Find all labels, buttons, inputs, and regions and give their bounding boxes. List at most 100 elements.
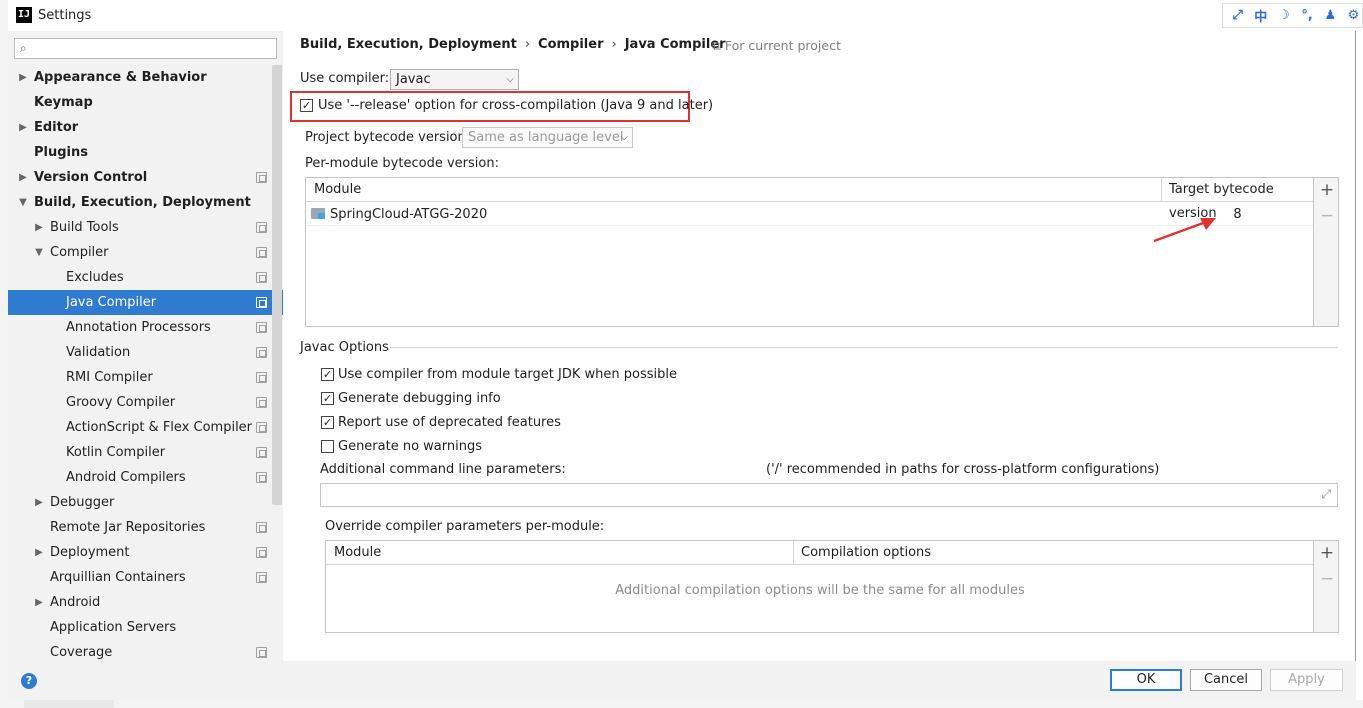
project-scope-icon: [256, 647, 267, 658]
ime-expand-icon[interactable]: ⤢: [1229, 8, 1246, 23]
project-scope-icon: [256, 572, 267, 583]
intellij-app-icon: IJ: [16, 7, 32, 23]
sidebar-item-build-tools[interactable]: ▶ Build Tools: [8, 215, 283, 240]
no-warnings-label: Generate no warnings: [338, 439, 483, 454]
column-header-module[interactable]: Module: [306, 178, 361, 202]
sidebar-item-label: Deployment: [50, 545, 130, 560]
scope-text: For current project: [724, 38, 841, 53]
sidebar-item-kotlin-compiler[interactable]: Kotlin Compiler: [8, 440, 283, 465]
sidebar-item-android[interactable]: ▶ Android: [8, 590, 283, 615]
chevron-down-icon[interactable]: ▼: [17, 190, 29, 215]
breadcrumb-item-java-compiler: Java Compiler: [624, 37, 726, 52]
sidebar-item-actionscript-flex-compiler[interactable]: ActionScript & Flex Compiler: [8, 415, 283, 440]
column-header-target-version[interactable]: Target bytecode version: [1161, 178, 1313, 221]
sidebar-item-label: Debugger: [50, 495, 115, 510]
apply-button[interactable]: Apply: [1270, 669, 1343, 691]
sidebar-scrollbar[interactable]: [272, 65, 282, 505]
column-header-compilation-options[interactable]: Compilation options: [793, 541, 931, 565]
sidebar-item-android-compilers[interactable]: Android Compilers: [8, 465, 283, 490]
ok-button[interactable]: OK: [1110, 669, 1182, 691]
remove-icon[interactable]: −: [1314, 206, 1340, 226]
module-name: SpringCloud-ATGG-2020: [330, 207, 488, 222]
project-scope-icon: [256, 447, 267, 458]
sidebar-item-arquillian-containers[interactable]: Arquillian Containers: [8, 565, 283, 590]
chevron-right-icon[interactable]: ▶: [17, 115, 29, 140]
sidebar-item-rmi-compiler[interactable]: RMI Compiler: [8, 365, 283, 390]
cmd-params-hint: ('/' recommended in paths for cross-plat…: [766, 462, 1160, 477]
sidebar-item-groovy-compiler[interactable]: Groovy Compiler: [8, 390, 283, 415]
override-label: Override compiler parameters per-module:: [325, 519, 605, 534]
project-scope-icon: [256, 322, 267, 333]
project-scope-icon: [256, 372, 267, 383]
chevron-right-icon[interactable]: ▶: [33, 215, 45, 240]
sidebar-item-plugins[interactable]: Plugins: [8, 140, 283, 165]
sidebar-item-build-execution-deployment[interactable]: ▼ Build, Execution, Deployment: [8, 190, 283, 215]
ime-toolbar[interactable]: ⤢ 中 ☽ °, ♟ ⚙: [1222, 3, 1363, 28]
sidebar-item-debugger[interactable]: ▶ Debugger: [8, 490, 283, 515]
use-compiler-dropdown[interactable]: Javac ⌵: [390, 69, 519, 90]
use-module-jdk-checkbox[interactable]: ✓: [321, 368, 334, 381]
sidebar-item-deployment[interactable]: ▶ Deployment: [8, 540, 283, 565]
settings-search-input[interactable]: [14, 38, 277, 59]
ime-chinese-mode-icon[interactable]: 中: [1252, 6, 1269, 25]
sidebar-item-version-control[interactable]: ▶ Version Control: [8, 165, 283, 190]
chevron-down-icon[interactable]: ▼: [33, 240, 45, 265]
sidebar-item-label: Version Control: [34, 170, 148, 185]
sidebar-item-label: Excludes: [66, 270, 124, 285]
cancel-button[interactable]: Cancel: [1190, 669, 1262, 691]
deprecated-checkbox[interactable]: ✓: [321, 416, 334, 429]
add-icon[interactable]: +: [1314, 543, 1340, 563]
breadcrumb-item-compiler[interactable]: Compiler: [538, 37, 603, 52]
ime-moon-icon[interactable]: ☽: [1275, 8, 1292, 23]
sidebar-item-compiler[interactable]: ▼ Compiler: [8, 240, 283, 265]
sidebar-item-appearance-behavior[interactable]: ▶ Appearance & Behavior: [8, 65, 283, 90]
cmd-params-input[interactable]: ⤢: [320, 483, 1338, 507]
sidebar-item-keymap[interactable]: Keymap: [8, 90, 283, 115]
remove-icon[interactable]: −: [1314, 569, 1340, 589]
sidebar-item-java-compiler[interactable]: Java Compiler: [8, 290, 283, 315]
sidebar-item-excludes[interactable]: Excludes: [8, 265, 283, 290]
sidebar-item-validation[interactable]: Validation: [8, 340, 283, 365]
no-warnings-checkbox[interactable]: [321, 440, 334, 453]
deprecated-label: Report use of deprecated features: [338, 415, 561, 430]
sidebar-item-label: Kotlin Compiler: [66, 445, 166, 460]
chevron-right-icon[interactable]: ▶: [33, 540, 45, 565]
sidebar-item-label: Validation: [66, 345, 131, 360]
breadcrumb-item-build[interactable]: Build, Execution, Deployment: [300, 37, 517, 52]
project-bytecode-dropdown[interactable]: Same as language level ⌵: [462, 127, 633, 148]
help-icon[interactable]: ?: [21, 673, 37, 689]
project-scope-icon: [256, 272, 267, 283]
column-header-module[interactable]: Module: [326, 541, 381, 565]
chevron-right-icon[interactable]: ▶: [33, 590, 45, 615]
sidebar-item-application-servers[interactable]: Application Servers: [8, 615, 283, 640]
checkmark-icon: ✓: [322, 392, 333, 405]
ime-user-icon[interactable]: ♟: [1322, 8, 1339, 23]
chevron-down-icon: ⌵: [506, 74, 514, 85]
per-module-label: Per-module bytecode version:: [305, 156, 499, 171]
release-option-checkbox[interactable]: ✓: [300, 99, 313, 112]
sidebar-item-editor[interactable]: ▶ Editor: [8, 115, 283, 140]
sidebar-item-remote-jar-repositories[interactable]: Remote Jar Repositories: [8, 515, 283, 540]
annotation-arrow: [1153, 218, 1216, 243]
override-table-toolbar: + −: [1314, 540, 1339, 633]
scope-label: ⧉ For current project: [712, 38, 841, 54]
sidebar-item-label: Annotation Processors: [66, 320, 211, 335]
module-table-toolbar: + −: [1314, 177, 1339, 327]
chevron-right-icon[interactable]: ▶: [17, 65, 29, 90]
chevron-right-icon[interactable]: ▶: [33, 490, 45, 515]
use-module-jdk-label: Use compiler from module target JDK when…: [338, 367, 677, 382]
editor-code-fragment: [24, 699, 114, 708]
ime-settings-icon[interactable]: ⚙: [1345, 8, 1362, 23]
chevron-right-icon[interactable]: ▶: [17, 165, 29, 190]
title-bar: [8, 0, 1356, 31]
per-module-table: Module Target bytecode version SpringClo…: [305, 177, 1314, 327]
project-scope-icon: [256, 247, 267, 258]
table-header: Module Target bytecode version: [306, 178, 1313, 221]
add-icon[interactable]: +: [1314, 180, 1340, 200]
debug-info-checkbox[interactable]: ✓: [321, 392, 334, 405]
sidebar-item-annotation-processors[interactable]: Annotation Processors: [8, 315, 283, 340]
breadcrumb-separator: ›: [611, 37, 617, 52]
window-title: Settings: [38, 8, 92, 23]
ime-punctuation-icon[interactable]: °,: [1299, 8, 1316, 23]
expand-icon[interactable]: ⤢: [1321, 487, 1331, 502]
